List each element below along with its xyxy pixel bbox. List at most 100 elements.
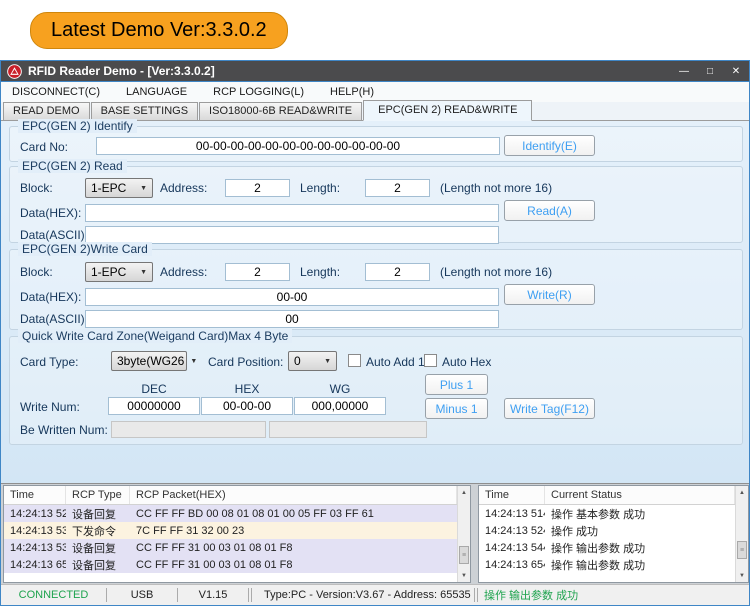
rcp-cell-packet: CC FF FF 31 00 03 01 08 01 F8 xyxy=(130,559,457,571)
write-address-label: Address: xyxy=(160,265,207,279)
scroll-down-icon[interactable]: ▼ xyxy=(736,569,748,582)
status-cell-status: 操作 输出参数 成功 xyxy=(545,540,735,556)
group-read: EPC(GEN 2) Read Block: 1-EPC ▼ Address: … xyxy=(9,166,743,243)
chevron-down-icon: ▼ xyxy=(134,269,147,276)
table-row[interactable]: 14:24:13 524操作 成功 xyxy=(479,522,735,539)
window-controls: — □ ✕ xyxy=(677,66,743,77)
window-title: RFID Reader Demo - [Ver:3.3.0.2] xyxy=(28,64,215,78)
rcp-header-packet: RCP Packet(HEX) xyxy=(130,486,457,504)
card-type-select[interactable]: 3byte(WG26 ▼ xyxy=(111,351,187,371)
menu-item-1[interactable]: LANGUAGE xyxy=(126,86,187,98)
plus-one-button[interactable]: Plus 1 xyxy=(425,374,488,395)
table-row[interactable]: 14:24:13 514操作 基本参数 成功 xyxy=(479,505,735,522)
rcp-cell-type: 设备回复 xyxy=(66,540,130,556)
write-num-wg-input[interactable] xyxy=(294,397,386,415)
read-button[interactable]: Read(A) xyxy=(504,200,595,221)
rcp-cell-type: 下发命令 xyxy=(66,523,130,539)
write-block-select[interactable]: 1-EPC ▼ xyxy=(85,262,153,282)
group-identify: EPC(GEN 2) Identify Card No: Identify(E) xyxy=(9,126,743,162)
be-written-num-input-2 xyxy=(269,421,427,438)
write-num-dec-input[interactable] xyxy=(108,397,200,415)
read-address-input[interactable] xyxy=(225,179,290,197)
table-row[interactable]: 14:24:13 544操作 输出参数 成功 xyxy=(479,539,735,556)
write-data-hex-input[interactable] xyxy=(85,288,499,306)
identify-button[interactable]: Identify(E) xyxy=(504,135,595,156)
write-length-label: Length: xyxy=(300,265,340,279)
read-address-label: Address: xyxy=(160,181,207,195)
rcp-cell-type: 设备回复 xyxy=(66,506,130,522)
card-position-value: 0 xyxy=(294,354,301,368)
read-block-label: Block: xyxy=(20,181,53,195)
card-position-select[interactable]: 0 ▼ xyxy=(288,351,337,371)
close-button[interactable]: ✕ xyxy=(729,66,743,77)
status-header-status: Current Status xyxy=(545,486,735,504)
write-data-hex-label: Data(HEX): xyxy=(20,290,81,304)
read-block-select[interactable]: 1-EPC ▼ xyxy=(85,178,153,198)
status-log-scrollbar[interactable]: ▲ ≡ ▼ xyxy=(735,486,748,582)
tab-0[interactable]: READ DEMO xyxy=(3,102,90,120)
card-type-value: 3byte(WG26 xyxy=(117,354,184,368)
interface-type: USB xyxy=(107,589,177,601)
auto-add-label: Auto Add 1 xyxy=(366,355,425,369)
write-address-input[interactable] xyxy=(225,263,290,281)
read-length-hint: (Length not more 16) xyxy=(440,181,552,195)
group-read-title: EPC(GEN 2) Read xyxy=(18,159,127,173)
rcp-header-time: Time xyxy=(4,486,66,504)
auto-hex-checkbox[interactable] xyxy=(424,354,437,367)
scroll-up-icon[interactable]: ▲ xyxy=(458,486,470,499)
scroll-down-icon[interactable]: ▼ xyxy=(458,569,470,582)
be-written-num-label: Be Written Num: xyxy=(20,423,108,437)
status-log-table: Time Current Status 14:24:13 514操作 基本参数 … xyxy=(478,485,749,583)
group-write-title: EPC(GEN 2)Write Card xyxy=(18,242,152,256)
write-num-hex-input[interactable] xyxy=(201,397,293,415)
table-row[interactable]: 14:24:13 534设备回复CC FF FF 31 00 03 01 08 … xyxy=(4,539,457,556)
main-panel: EPC(GEN 2) Identify Card No: Identify(E)… xyxy=(1,121,749,483)
auto-hex-label: Auto Hex xyxy=(442,355,491,369)
rcp-log-scrollbar[interactable]: ▲ ≡ ▼ xyxy=(457,486,470,582)
chevron-down-icon: ▼ xyxy=(134,185,147,192)
auto-add-checkbox[interactable] xyxy=(348,354,361,367)
maximize-button[interactable]: □ xyxy=(703,66,717,77)
rcp-cell-time: 14:24:13 534 xyxy=(4,542,66,554)
tab-1[interactable]: BASE SETTINGS xyxy=(91,102,198,120)
read-data-hex-input[interactable] xyxy=(85,204,499,222)
menu-item-3[interactable]: HELP(H) xyxy=(330,86,374,98)
write-tag-button[interactable]: Write Tag(F12) xyxy=(504,398,595,419)
app-logo-icon xyxy=(7,64,22,79)
rcp-cell-time: 14:24:13 524 xyxy=(4,508,66,520)
minimize-button[interactable]: — xyxy=(677,66,691,77)
status-cell-status: 操作 基本参数 成功 xyxy=(545,506,735,522)
tab-2[interactable]: ISO18000-6B READ&WRITE xyxy=(199,102,362,120)
scrollbar-thumb[interactable]: ≡ xyxy=(737,541,747,559)
table-row[interactable]: 14:24:13 654设备回复CC FF FF 31 00 03 01 08 … xyxy=(4,556,457,573)
read-data-ascii-label: Data(ASCII): xyxy=(20,228,88,242)
tab-3[interactable]: EPC(GEN 2) READ&WRITE xyxy=(363,100,532,121)
write-length-input[interactable] xyxy=(365,263,430,281)
scrollbar-thumb[interactable]: ≡ xyxy=(459,546,469,564)
menu-item-0[interactable]: DISCONNECT(C) xyxy=(12,86,100,98)
log-area: Time RCP Type RCP Packet(HEX) 14:24:13 5… xyxy=(1,483,749,584)
menu-item-2[interactable]: RCP LOGGING(L) xyxy=(213,86,304,98)
write-button[interactable]: Write(R) xyxy=(504,284,595,305)
card-no-input[interactable] xyxy=(96,137,500,155)
firmware-version: V1.15 xyxy=(178,589,248,601)
rcp-log-header: Time RCP Type RCP Packet(HEX) xyxy=(4,486,457,505)
be-written-num-input-1 xyxy=(111,421,266,438)
write-data-ascii-input[interactable] xyxy=(85,310,499,328)
read-length-input[interactable] xyxy=(365,179,430,197)
table-row[interactable]: 14:24:13 534下发命令7C FF FF 31 32 00 23 xyxy=(4,522,457,539)
minus-one-button[interactable]: Minus 1 xyxy=(425,398,488,419)
scroll-up-icon[interactable]: ▲ xyxy=(736,486,748,499)
status-cell-time: 14:24:13 514 xyxy=(479,508,545,520)
write-length-hint: (Length not more 16) xyxy=(440,265,552,279)
rcp-cell-time: 14:24:13 654 xyxy=(4,559,66,571)
status-cell-time: 14:24:13 524 xyxy=(479,525,545,537)
status-cell-time: 14:24:13 544 xyxy=(479,542,545,554)
table-row[interactable]: 14:24:13 524设备回复CC FF FF BD 00 08 01 08 … xyxy=(4,505,457,522)
read-length-label: Length: xyxy=(300,181,340,195)
version-banner: Latest Demo Ver:3.3.0.2 xyxy=(30,12,288,49)
status-header-time: Time xyxy=(479,486,545,504)
table-row[interactable]: 14:24:13 654操作 输出参数 成功 xyxy=(479,556,735,573)
rcp-log-body: 14:24:13 524设备回复CC FF FF BD 00 08 01 08 … xyxy=(4,505,470,573)
status-message: 操作 输出参数 成功 xyxy=(478,587,749,603)
